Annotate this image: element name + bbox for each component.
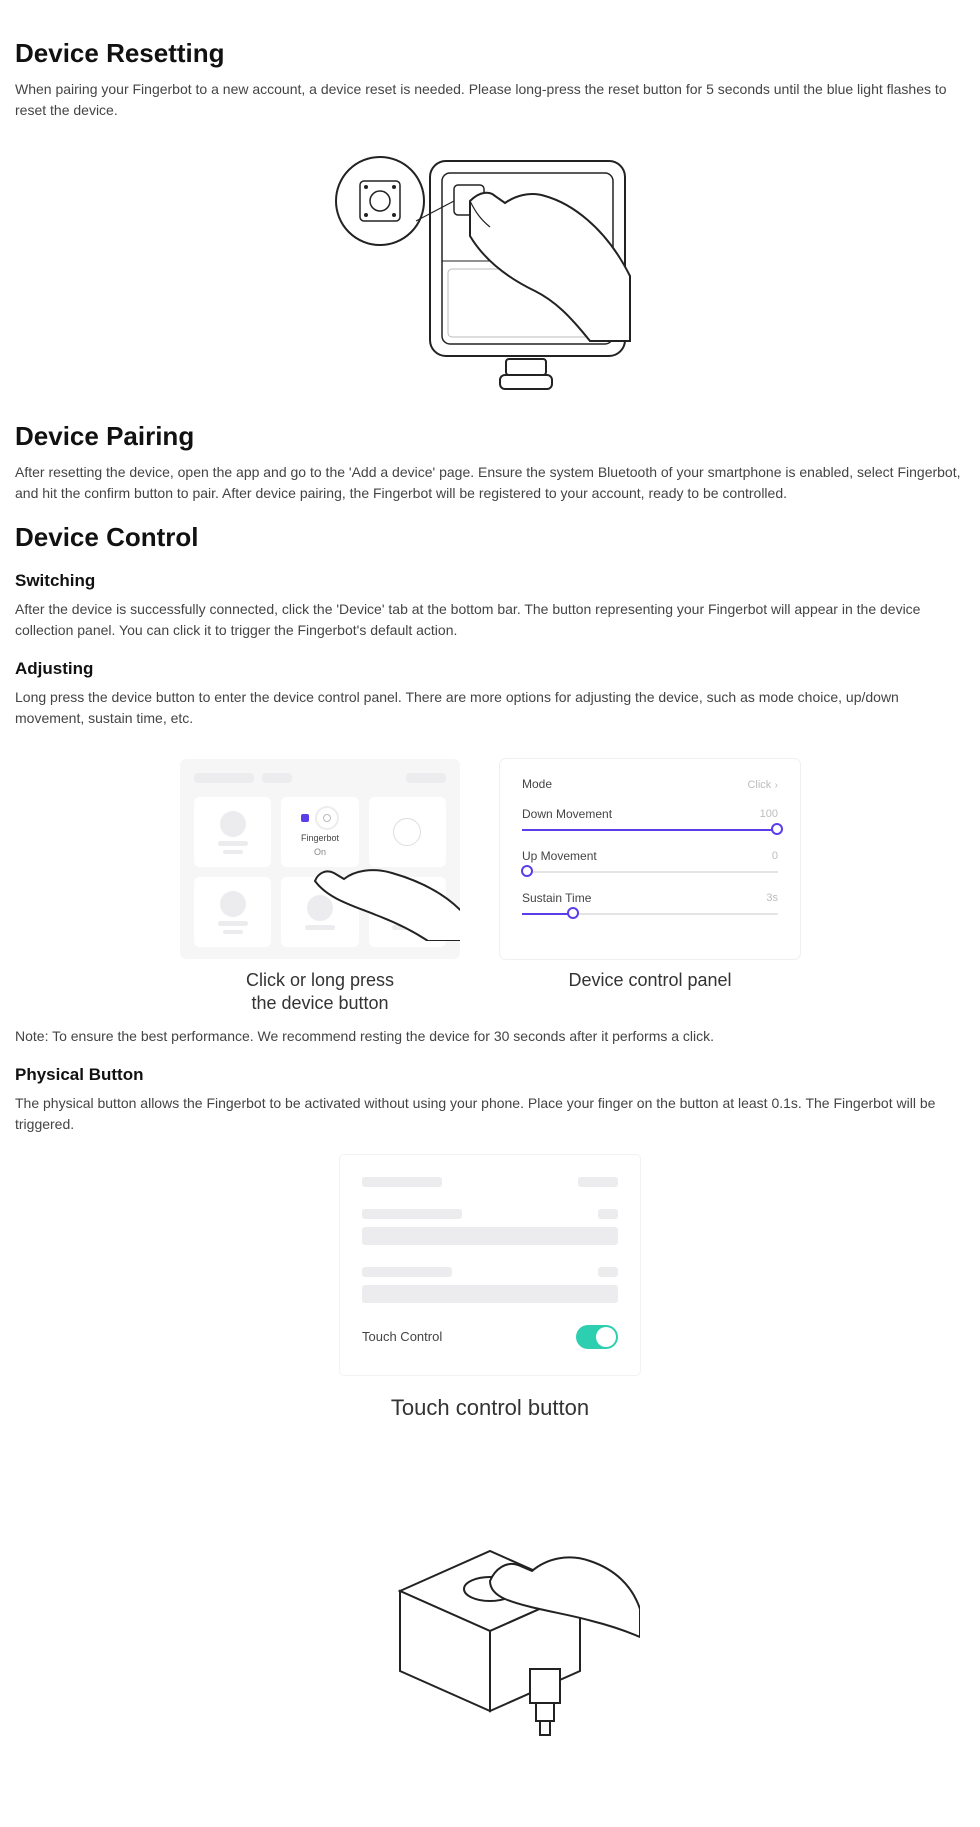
hand-press-illustration xyxy=(310,851,460,941)
touch-control-toggle[interactable] xyxy=(576,1325,618,1349)
heading-device-resetting: Device Resetting xyxy=(15,38,965,69)
cp-mode-label: Mode xyxy=(522,777,552,791)
power-icon xyxy=(315,806,339,830)
slider-down-movement[interactable] xyxy=(522,829,778,831)
cp-sustain-value: 3s xyxy=(766,892,778,904)
touch-control-label: Touch Control xyxy=(362,1329,442,1344)
para-switching: After the device is successfully connect… xyxy=(15,599,965,641)
para-adjusting: Long press the device button to enter th… xyxy=(15,687,965,729)
cp-mode-value: Click xyxy=(747,779,771,791)
heading-device-control: Device Control xyxy=(15,522,965,553)
subheading-switching: Switching xyxy=(15,571,965,591)
cp-up-label: Up Movement xyxy=(522,849,597,863)
subheading-physical-button: Physical Button xyxy=(15,1065,965,1085)
para-device-pairing: After resetting the device, open the app… xyxy=(15,462,965,504)
heading-device-pairing: Device Pairing xyxy=(15,421,965,452)
cp-sustain-label: Sustain Time xyxy=(522,891,591,905)
note-resting: Note: To ensure the best performance. We… xyxy=(15,1026,965,1047)
slider-sustain-time[interactable] xyxy=(522,913,778,915)
caption-right: Device control panel xyxy=(568,969,731,992)
fingerbot-icon xyxy=(301,814,309,822)
subheading-adjusting: Adjusting xyxy=(15,659,965,679)
cp-up-value: 0 xyxy=(772,850,778,862)
caption-touch-control: Touch control button xyxy=(15,1395,965,1421)
chevron-right-icon: › xyxy=(775,780,778,791)
para-device-resetting: When pairing your Fingerbot to a new acc… xyxy=(15,79,965,121)
para-physical-button: The physical button allows the Fingerbot… xyxy=(15,1093,965,1135)
cp-down-value: 100 xyxy=(760,808,778,820)
device-tile-name: Fingerbot xyxy=(301,834,339,844)
cp-down-label: Down Movement xyxy=(522,807,612,821)
touch-control-settings-mock: Touch Control xyxy=(340,1155,640,1375)
app-device-grid-mock: Fingerbot On xyxy=(180,759,460,959)
slider-up-movement[interactable] xyxy=(522,871,778,873)
caption-left: Click or long press the device button xyxy=(246,969,394,1016)
device-control-panel-mock: Mode Click › Down Movement 100 Up Moveme… xyxy=(500,759,800,959)
reset-line-art xyxy=(330,141,650,401)
reset-illustration xyxy=(15,141,965,401)
physical-press-illustration xyxy=(15,1461,965,1741)
